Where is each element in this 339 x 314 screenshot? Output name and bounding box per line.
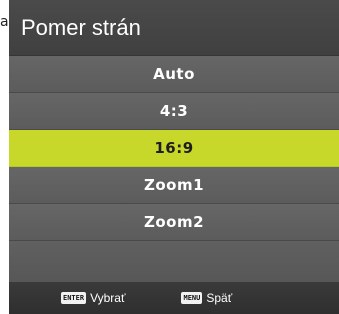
enter-key-icon: ENTER [61, 292, 87, 304]
menu-item-auto[interactable]: Auto [9, 56, 339, 93]
select-hint: ENTER Vybrať [61, 291, 125, 305]
menu-item-16-9[interactable]: 16:9 [9, 130, 339, 167]
menu-item-4-3[interactable]: 4:3 [9, 93, 339, 130]
menu-item-zoom2[interactable]: Zoom2 [9, 204, 339, 241]
menu-item-zoom1[interactable]: Zoom1 [9, 167, 339, 204]
aspect-ratio-menu: Pomer strán Auto 4:3 16:9 Zoom1 Zoom2 EN… [9, 0, 339, 314]
background-text-fragment: a [0, 14, 9, 30]
menu-title: Pomer strán [9, 0, 339, 56]
select-hint-label: Vybrať [90, 291, 126, 305]
menu-footer: ENTER Vybrať MENU Späť [9, 282, 339, 314]
menu-key-icon: MENU [181, 292, 203, 304]
back-hint: MENU Späť [181, 291, 232, 305]
aspect-ratio-options: Auto 4:3 16:9 Zoom1 Zoom2 [9, 56, 339, 282]
menu-empty-area [9, 241, 339, 282]
back-hint-label: Späť [206, 291, 233, 305]
